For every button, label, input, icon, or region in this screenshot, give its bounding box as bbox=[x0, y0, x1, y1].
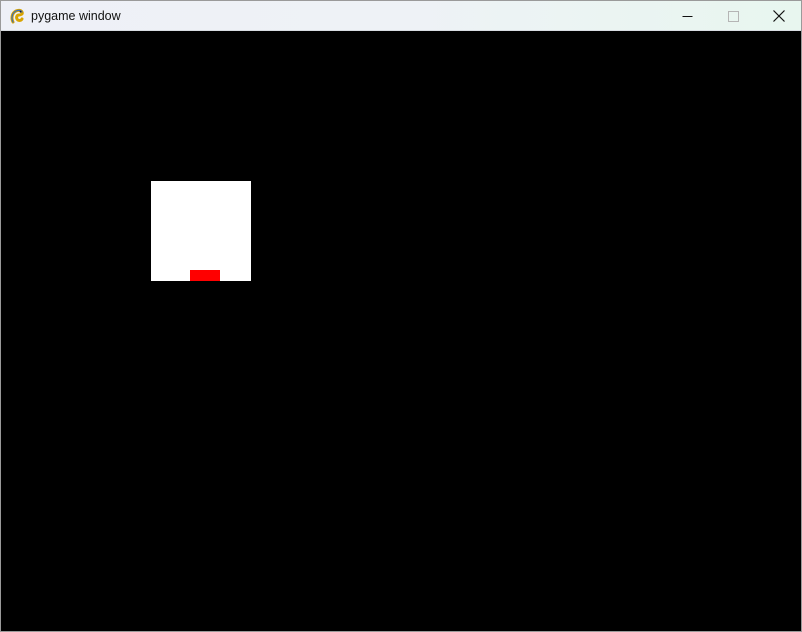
close-icon bbox=[773, 10, 785, 22]
pygame-window: pygame window bbox=[0, 0, 802, 632]
maximize-icon bbox=[727, 10, 739, 22]
red-paddle bbox=[190, 270, 220, 281]
game-canvas[interactable] bbox=[1, 32, 801, 631]
maximize-button[interactable] bbox=[710, 1, 756, 31]
close-button[interactable] bbox=[756, 1, 801, 31]
minimize-button[interactable] bbox=[664, 1, 710, 31]
pygame-snake-icon bbox=[9, 7, 27, 25]
minimize-icon bbox=[682, 11, 693, 22]
window-title: pygame window bbox=[31, 9, 121, 23]
title-bar[interactable]: pygame window bbox=[1, 1, 801, 31]
white-square bbox=[151, 181, 251, 281]
